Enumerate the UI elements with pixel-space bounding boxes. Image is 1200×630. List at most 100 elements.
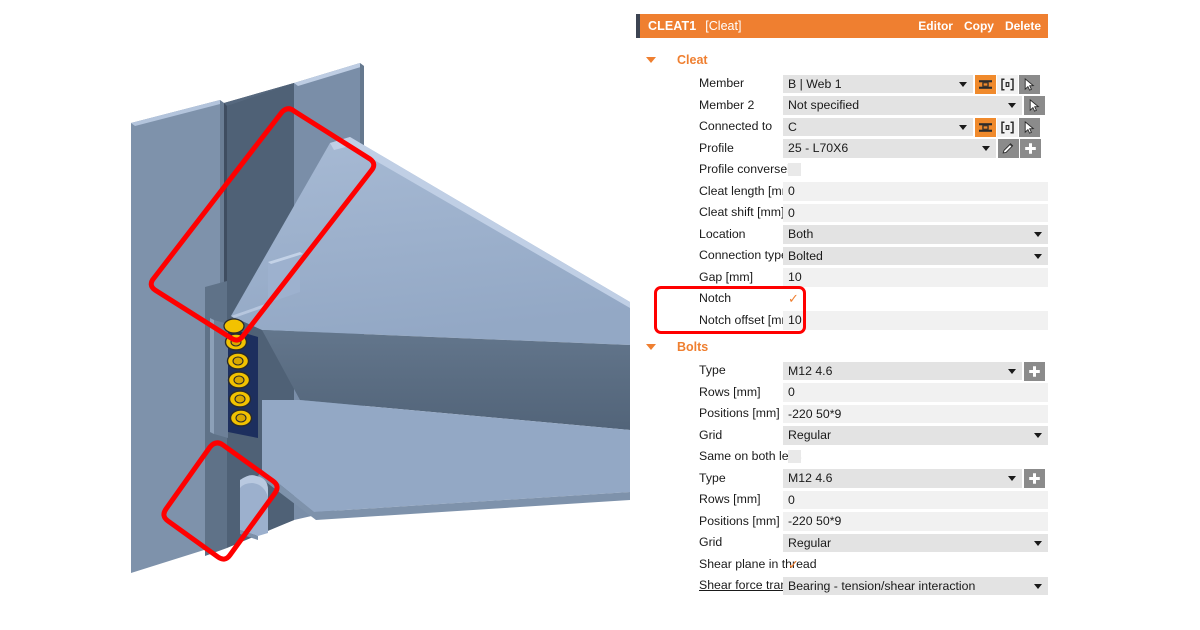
field-value: 0: [788, 385, 795, 400]
dropdown-field[interactable]: Regular: [783, 426, 1048, 445]
dropdown-field[interactable]: M12 4.6: [783, 469, 1022, 488]
steel-connection-3d-model: [131, 63, 630, 573]
field-value: -220 50*9: [788, 514, 842, 529]
checkbox-unchecked[interactable]: [788, 450, 801, 463]
header-actions: Editor Copy Delete: [918, 19, 1048, 33]
plus-button[interactable]: [1020, 139, 1041, 158]
pencil-button[interactable]: [998, 139, 1019, 158]
text-field[interactable]: 0: [783, 182, 1048, 201]
model-viewport[interactable]: [0, 0, 630, 630]
plus-icon: [1027, 472, 1042, 485]
property-row: Rows [mm] 0: [636, 382, 1048, 404]
property-label: Gap [mm]: [699, 269, 753, 284]
property-label: Positions [mm]: [699, 406, 780, 420]
chevron-down-icon[interactable]: [1034, 232, 1042, 238]
delete-button[interactable]: Delete: [1005, 19, 1041, 33]
plus-button[interactable]: [1024, 469, 1045, 488]
pointer-icon: [1022, 120, 1037, 134]
dropdown-field[interactable]: Bolted: [783, 246, 1048, 265]
chevron-down-icon[interactable]: [959, 81, 967, 87]
text-field[interactable]: -220 50*9: [783, 512, 1048, 531]
chevron-down-icon[interactable]: [1034, 583, 1042, 589]
property-row: Profile conversely: [636, 159, 1048, 181]
property-row: Cleat shift [mm] 0: [636, 202, 1048, 224]
checkbox-unchecked[interactable]: [788, 163, 801, 176]
pointer-button[interactable]: [1019, 117, 1040, 137]
text-field[interactable]: 0: [783, 490, 1048, 509]
pointer-button[interactable]: [1024, 96, 1045, 115]
dropdown-field[interactable]: Regular: [783, 533, 1048, 552]
text-field[interactable]: 0: [783, 203, 1048, 222]
field-value: 0: [788, 492, 795, 507]
pointer-icon: [1027, 99, 1042, 112]
dropdown-field[interactable]: Not specified: [783, 96, 1022, 115]
bolts-rows: Type M12 4.6 Rows [mm] 0 Positions [mm] -220 …: [636, 360, 1048, 597]
plus-button[interactable]: [1024, 361, 1045, 381]
property-row: Positions [mm] -220 50*9: [636, 511, 1048, 533]
field-value: Bolted: [788, 248, 823, 263]
property-row: Rows [mm] 0: [636, 489, 1048, 511]
property-label: Connected to: [699, 119, 773, 133]
chevron-down-icon[interactable]: [646, 56, 656, 63]
property-label: Profile conversely: [699, 162, 797, 176]
chevron-down-icon[interactable]: [1034, 540, 1042, 546]
bolt-head: [228, 390, 252, 408]
dropdown-field[interactable]: 25 - L70X6: [783, 139, 996, 158]
field-value: Not specified: [788, 98, 860, 113]
profile-orange-button[interactable]: [975, 74, 996, 94]
property-label: Member 2: [699, 97, 755, 112]
field-value: B | Web 1: [788, 76, 842, 91]
pointer-button[interactable]: [1019, 74, 1040, 94]
field-value: 0: [788, 184, 795, 199]
chevron-down-icon[interactable]: [1034, 253, 1042, 259]
property-label: Connection type: [699, 248, 788, 262]
plus-icon: [1023, 142, 1038, 155]
extent-button[interactable]: [997, 117, 1018, 137]
property-label: Member: [699, 76, 745, 90]
section-header-bolts[interactable]: Bolts: [636, 336, 708, 357]
chevron-down-icon[interactable]: [1008, 368, 1016, 374]
panel-title: CLEAT1: [648, 19, 697, 33]
chevron-down-icon[interactable]: [1008, 103, 1016, 109]
dropdown-field[interactable]: Both: [783, 225, 1048, 244]
field-value: M12 4.6: [788, 363, 833, 378]
property-row: Member 2 Not specified: [636, 95, 1048, 117]
property-row: Shear force transfer Bearing - tension/sh…: [636, 575, 1048, 597]
panel-subtitle: [Cleat]: [705, 19, 742, 33]
profile-orange-icon: [978, 121, 993, 134]
property-row: Type M12 4.6: [636, 360, 1048, 382]
copy-button[interactable]: Copy: [964, 19, 994, 33]
profile-orange-button[interactable]: [975, 117, 996, 137]
chevron-down-icon[interactable]: [982, 146, 990, 152]
extent-icon: [1000, 77, 1015, 91]
section-header-cleat[interactable]: Cleat: [636, 49, 708, 70]
property-row: Grid Regular: [636, 425, 1048, 447]
chevron-down-icon[interactable]: [1034, 433, 1042, 439]
text-field[interactable]: 10: [783, 311, 1048, 330]
cleat-property-panel: CLEAT1 [Cleat] Editor Copy Delete Cleat …: [630, 0, 1200, 630]
text-field[interactable]: -220 50*9: [783, 404, 1048, 423]
property-label: Type: [699, 470, 726, 485]
field-value: 25 - L70X6: [788, 141, 849, 156]
dropdown-field[interactable]: B | Web 1: [783, 74, 973, 93]
property-label: Cleat length [mm]: [699, 183, 796, 198]
profile-orange-icon: [978, 78, 993, 91]
property-label: Profile: [699, 140, 734, 155]
field-value: M12 4.6: [788, 471, 833, 486]
text-field[interactable]: 10: [783, 268, 1048, 287]
checkbox-checked-icon[interactable]: ✓: [788, 557, 799, 572]
panel-header: CLEAT1 [Cleat] Editor Copy Delete: [636, 14, 1048, 38]
property-label: Location: [699, 226, 746, 241]
dropdown-field[interactable]: Bearing - tension/shear interaction: [783, 576, 1048, 595]
editor-button[interactable]: Editor: [918, 19, 953, 33]
property-label: Cleat shift [mm]: [699, 205, 785, 219]
field-value: Regular: [788, 535, 832, 550]
property-row: Same on both legs: [636, 446, 1048, 468]
dropdown-field[interactable]: M12 4.6: [783, 361, 1022, 380]
dropdown-field[interactable]: C: [783, 117, 973, 136]
chevron-down-icon[interactable]: [646, 343, 656, 350]
text-field[interactable]: 0: [783, 383, 1048, 402]
chevron-down-icon[interactable]: [959, 124, 967, 130]
chevron-down-icon[interactable]: [1008, 476, 1016, 482]
extent-button[interactable]: [997, 74, 1018, 94]
